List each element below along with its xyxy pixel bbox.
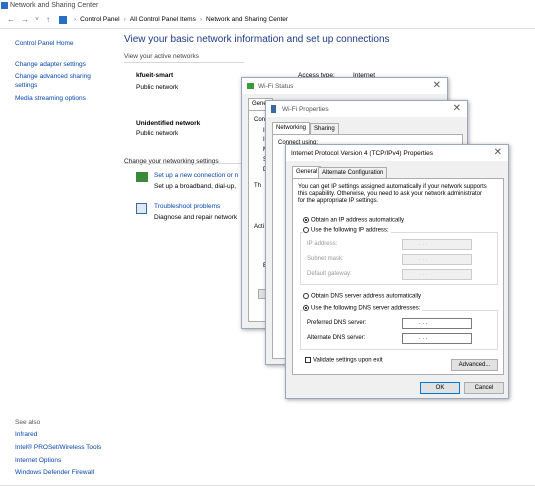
control-panel-icon [59, 16, 67, 24]
close-icon[interactable]: ✕ [433, 80, 441, 91]
page-title: View your basic network information and … [124, 34, 390, 45]
intro-text: this capability. Otherwise, you need to … [298, 191, 482, 197]
tab-general[interactable]: General [292, 166, 322, 178]
use-dns-radio[interactable]: Use the following DNS server addresses: [303, 305, 423, 312]
radio-unselected-icon [303, 227, 309, 233]
wifi-status-title: Wi-Fi Status [258, 83, 294, 90]
setup-connection-link[interactable]: Set up a new connection or n [154, 172, 238, 179]
validate-label: Validate settings upon exit [313, 357, 383, 364]
ipv4-properties-dialog: Internet Protocol Version 4 (TCP/IPv4) P… [285, 144, 509, 399]
change-adapter-settings-link[interactable]: Change adapter settings [15, 61, 86, 68]
radio-unselected-icon [303, 293, 309, 299]
change-advanced-sharing-link[interactable]: Change advanced sharing [15, 73, 91, 80]
subnet-mask-field: . . . [402, 254, 472, 265]
breadcrumb-all-items[interactable]: All Control Panel Items [130, 16, 196, 23]
new-connection-icon [136, 172, 148, 182]
frag-label: Th [254, 183, 262, 189]
frag-label: Acti [254, 224, 265, 230]
radio-selected-icon [303, 305, 309, 311]
auto-ip-radio[interactable]: Obtain an IP address automatically [303, 217, 404, 224]
network-type: Public network [136, 130, 179, 137]
default-gateway-label: Default gateway: [307, 271, 352, 277]
troubleshoot-link[interactable]: Troubleshoot problems [154, 203, 220, 210]
network-icon [1, 2, 8, 9]
ip-dots: . . . [419, 320, 428, 326]
ipv4-general-panel: You can get IP settings assigned automat… [292, 178, 504, 375]
recent-dropdown-icon[interactable]: ˅ [32, 15, 42, 25]
active-networks-label: View your active networks [124, 53, 200, 60]
auto-ip-label: Obtain an IP address automatically [311, 217, 404, 224]
preferred-dns-field[interactable]: . . . [402, 318, 472, 329]
address-bar: ← → ˅ ↑ › Control Panel › All Control Panel… [0, 12, 535, 29]
breadcrumb: › Control Panel › All Control Panel Items › N… [74, 16, 289, 23]
network-type: Public network [136, 84, 179, 91]
up-arrow-icon[interactable]: ↑ [43, 15, 53, 25]
window-title: Network and Sharing Center [10, 2, 99, 9]
wifi-status-titlebar: Wi-Fi Status ✕ [242, 78, 447, 94]
troubleshoot-icon [136, 203, 147, 214]
media-streaming-link[interactable]: Media streaming options [15, 95, 86, 102]
wifi-properties-titlebar: Wi-Fi Properties ✕ [266, 101, 467, 117]
ip-dots: . . . [419, 271, 428, 277]
radio-selected-icon [303, 217, 309, 223]
ip-dots: . . . [419, 241, 428, 247]
cancel-button[interactable]: Cancel [464, 382, 504, 394]
ip-dots: . . . [419, 335, 428, 341]
ipv4-titlebar: Internet Protocol Version 4 (TCP/IPv4) P… [286, 145, 508, 161]
ip-address-field: . . . [402, 239, 472, 250]
breadcrumb-control-panel[interactable]: Control Panel [80, 16, 119, 23]
adapter-icon [271, 105, 276, 113]
preferred-dns-label: Preferred DNS server: [307, 320, 367, 326]
back-arrow-icon[interactable]: ← [6, 15, 16, 25]
see-also-label: See also [15, 419, 41, 426]
ip-address-label: IP address: [307, 241, 338, 247]
network-name: kfueit-smart [136, 72, 174, 79]
tab-sharing[interactable]: Sharing [310, 123, 339, 134]
control-panel-home-link[interactable]: Control Panel Home [15, 40, 74, 47]
intro-text: for the appropriate IP settings. [298, 198, 379, 204]
ipv4-title: Internet Protocol Version 4 (TCP/IPv4) P… [291, 150, 433, 157]
subnet-mask-label: Subnet mask: [307, 256, 344, 262]
use-dns-label: Use the following DNS server addresses: [311, 305, 421, 312]
checkbox-icon [305, 357, 311, 363]
tab-alternate-configuration[interactable]: Alternate Configuration [318, 167, 388, 178]
setup-connection-desc: Set up a broadband, dial-up, [154, 183, 237, 190]
tab-networking[interactable]: Networking [272, 122, 311, 134]
alternate-dns-label: Alternate DNS server: [307, 335, 366, 341]
intro-text: You can get IP settings assigned automat… [298, 184, 487, 190]
firewall-link[interactable]: Windows Defender Firewall [15, 469, 94, 476]
divider [124, 62, 244, 63]
forward-arrow-icon[interactable]: → [20, 15, 30, 25]
window-title-bar: Network and Sharing Center [0, 0, 535, 11]
infrared-link[interactable]: Infrared [15, 431, 37, 438]
ok-button[interactable]: OK [420, 382, 460, 394]
default-gateway-field: . . . [402, 269, 472, 280]
internet-options-link[interactable]: Internet Options [15, 457, 61, 464]
signal-icon [247, 83, 254, 89]
close-icon[interactable]: ✕ [453, 103, 461, 114]
breadcrumb-network-sharing[interactable]: Network and Sharing Center [206, 16, 288, 23]
auto-dns-label: Obtain DNS server address automatically [311, 293, 422, 300]
intel-proset-link[interactable]: Intel® PROSet/Wireless Tools [15, 444, 101, 451]
auto-dns-radio[interactable]: Obtain DNS server address automatically [303, 293, 421, 300]
use-ip-label: Use the following IP address: [311, 227, 389, 234]
validate-checkbox[interactable]: Validate settings upon exit [305, 357, 383, 364]
dns-group-box [300, 310, 498, 350]
use-ip-radio[interactable]: Use the following IP address: [303, 227, 391, 234]
alternate-dns-field[interactable]: . . . [402, 333, 472, 344]
network-name: Unidentified network [136, 120, 201, 127]
ip-dots: . . . [419, 256, 428, 262]
advanced-button[interactable]: Advanced... [451, 359, 498, 371]
change-advanced-sharing-link-2[interactable]: settings [15, 82, 37, 89]
wifi-properties-title: Wi-Fi Properties [282, 106, 329, 113]
close-icon[interactable]: ✕ [494, 147, 502, 158]
troubleshoot-desc: Diagnose and repair network [154, 214, 238, 221]
divider [124, 163, 244, 164]
status-bar [0, 485, 535, 489]
